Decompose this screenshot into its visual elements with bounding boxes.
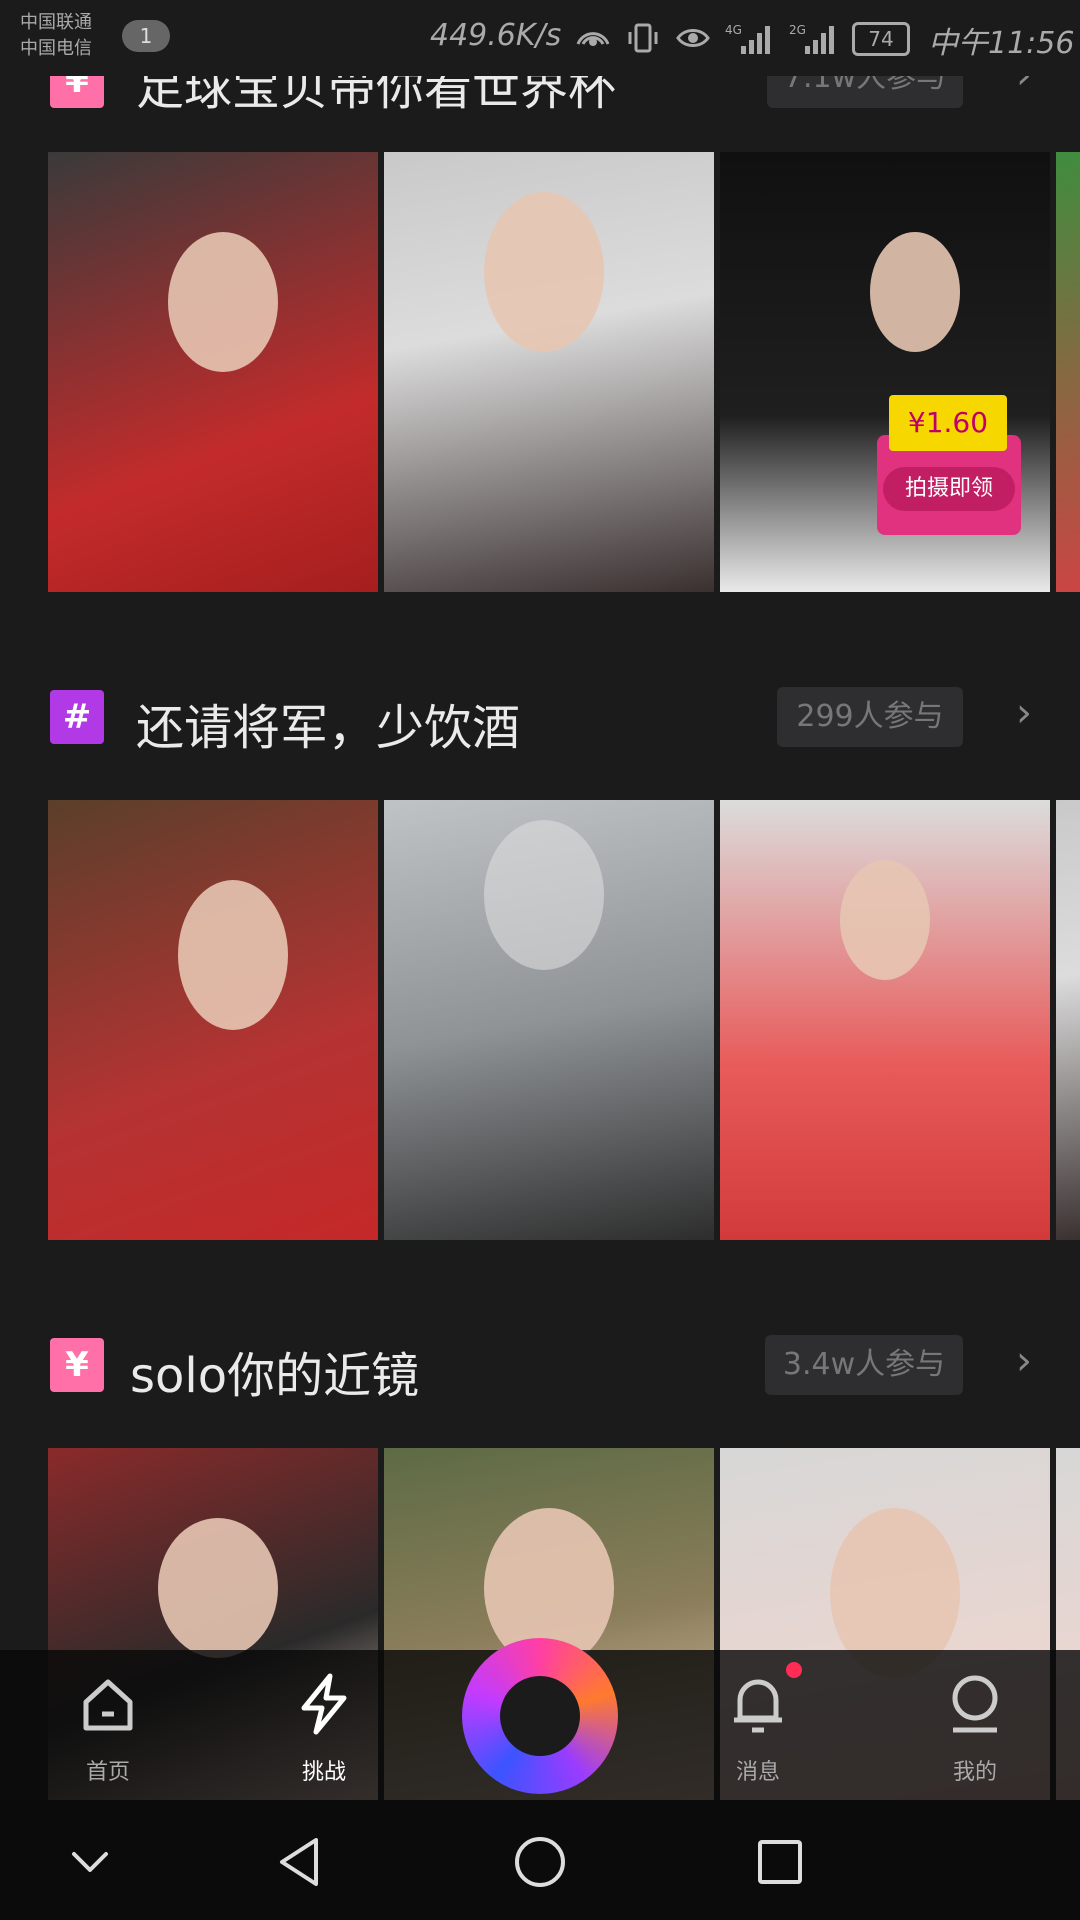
carrier-2: 中国电信 [20,38,92,59]
hotspot-icon [576,32,610,46]
notification-badge [786,1662,802,1678]
video-thumbnail[interactable] [720,800,1050,1240]
carrier-info: 中国联通 中国电信 [20,10,92,62]
topic-section-3: ¥ solo你的近镜 3.4w人参与 › [0,1335,1080,1404]
home-icon [83,1679,133,1731]
profile-icon [952,1675,998,1733]
recents-icon[interactable] [752,1834,808,1890]
status-icons: 4G 2G [575,18,839,58]
participants-count[interactable]: 299人参与 [777,687,963,747]
video-thumbnail[interactable] [48,800,378,1240]
tab-label: 挑战 [301,1760,346,1785]
chevron-right-icon[interactable]: › [1016,690,1032,736]
back-icon[interactable] [272,1832,328,1892]
record-button[interactable] [462,1638,618,1794]
eye-icon [676,29,710,47]
signal-4g-icon: 4G [725,23,770,54]
chevron-right-icon[interactable]: › [1016,1338,1032,1384]
video-thumbnail[interactable] [384,800,714,1240]
signal-2g-icon: 2G [789,23,834,54]
hongbao-icon: ¥ [50,1338,104,1392]
video-thumbnail[interactable] [1056,152,1080,592]
bell-icon [734,1679,782,1733]
network-speed: 449.6K/s [430,18,562,53]
video-thumbnail[interactable] [384,152,714,592]
red-packet-reward[interactable]: ¥1.60 拍摄即领 [877,385,1021,545]
reward-amount: ¥1.60 [889,395,1007,451]
svg-text:2G: 2G [789,23,806,37]
tab-label: 消息 [735,1760,780,1785]
battery-indicator: 74 [852,22,910,56]
topic-title[interactable]: 还请将军，少饮酒 [136,688,520,758]
svg-text:4G: 4G [725,23,742,37]
shoot-to-claim-button[interactable]: 拍摄即领 [883,467,1015,511]
status-bar: 中国联通 中国电信 1 449.6K/s 4G 2G 74 中午11:56 [0,0,1080,76]
home-circle-icon[interactable] [510,1832,570,1892]
system-nav-bar [0,1800,1080,1920]
tab-challenge[interactable]: 挑战 [254,1650,394,1800]
video-thumbnail[interactable] [48,152,378,592]
vibrate-icon [628,23,658,53]
participants-count[interactable]: 3.4w人参与 [765,1335,963,1395]
lightning-icon [301,1673,347,1735]
carrier-1: 中国联通 [20,12,92,33]
sim-badge: 1 [122,20,170,52]
clock: 中午11:56 [928,26,1075,61]
tab-label: 首页 [85,1760,130,1785]
tab-profile[interactable]: 我的 [905,1650,1045,1800]
video-row-2 [48,800,1080,1240]
hashtag-icon: # [50,690,104,744]
chevron-down-icon[interactable] [64,1836,116,1888]
tab-label: 我的 [952,1760,997,1785]
tab-messages[interactable]: 消息 [688,1650,828,1800]
video-thumbnail[interactable] [1056,800,1080,1240]
tab-home[interactable]: 首页 [38,1650,178,1800]
topic-section-2: # 还请将军，少饮酒 299人参与 › [0,687,1080,756]
topic-title[interactable]: solo你的近镜 [130,1336,419,1406]
